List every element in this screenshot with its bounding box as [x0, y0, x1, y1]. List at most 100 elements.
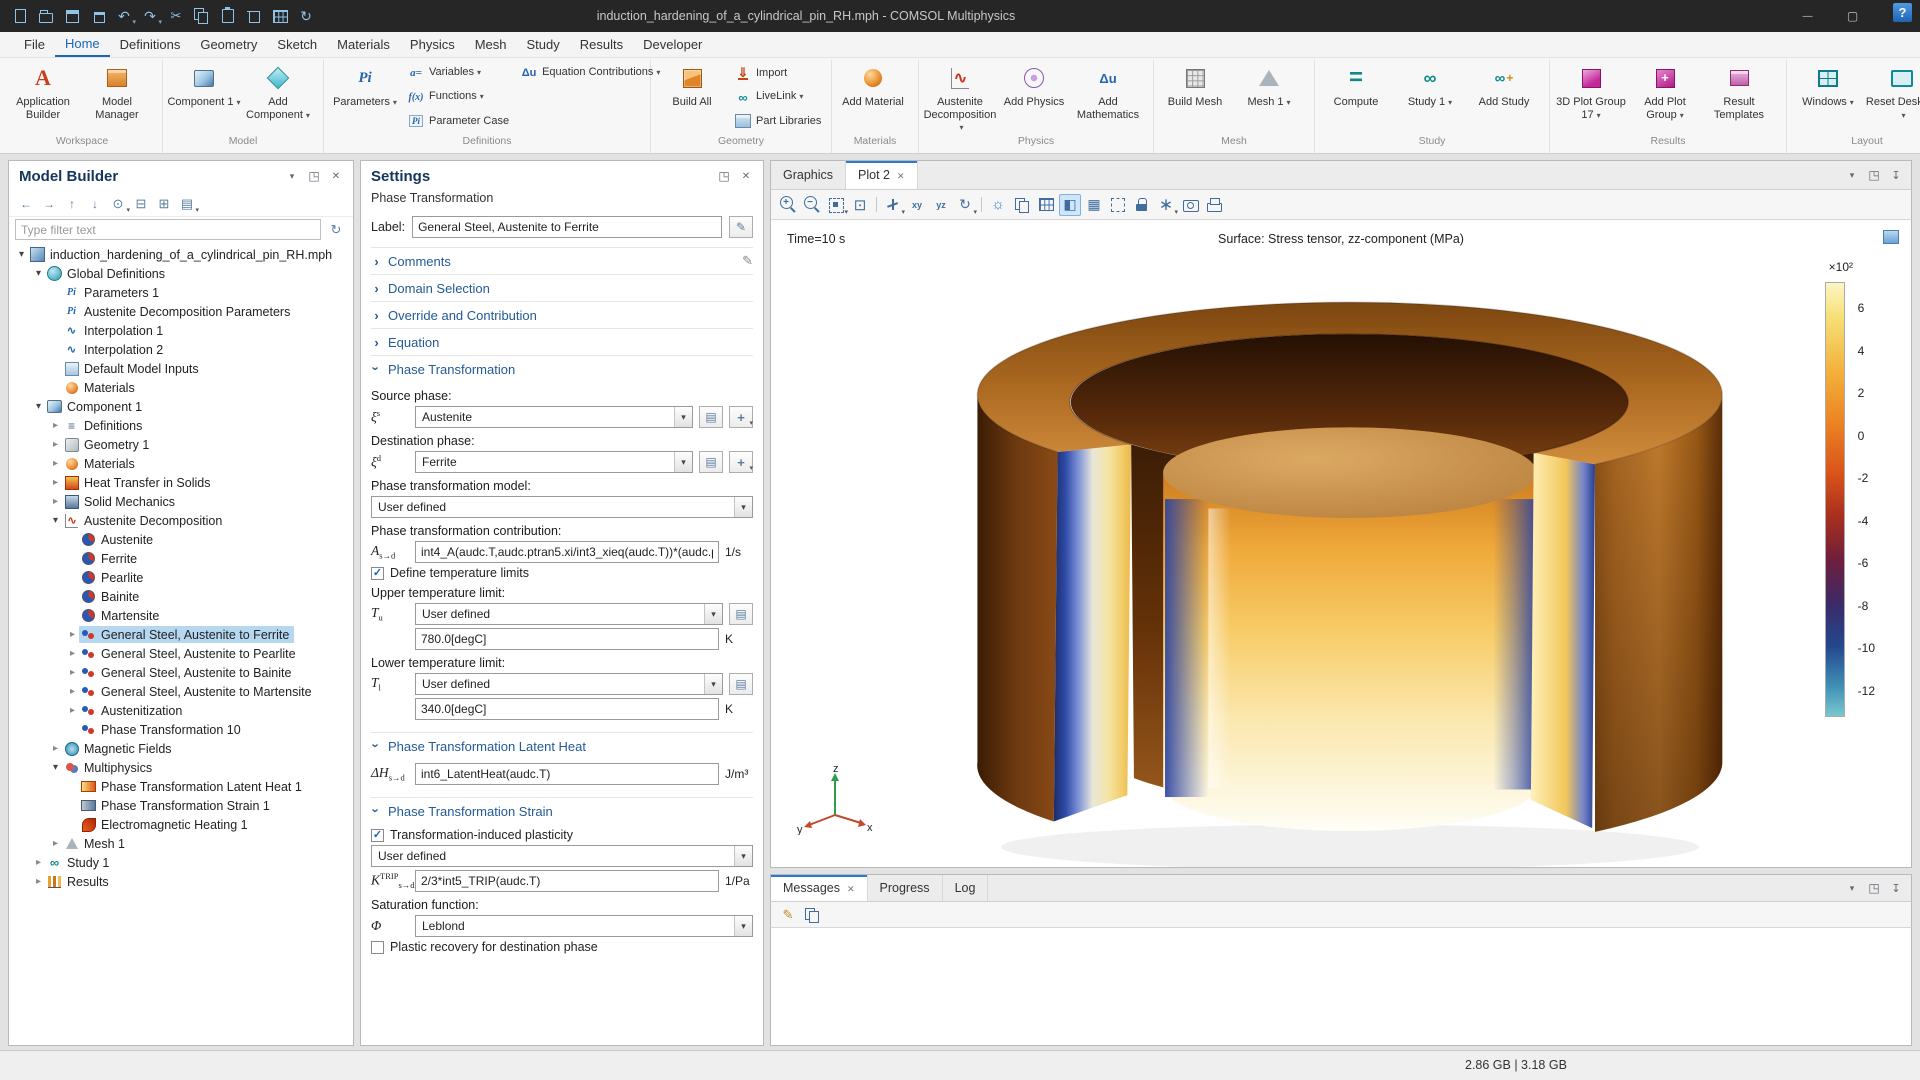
tree-item[interactable]: Magnetic Fields	[9, 739, 353, 758]
grid-toggle-icon[interactable]	[1083, 194, 1105, 216]
tree-item[interactable]: Global Definitions	[9, 264, 353, 283]
tree-item[interactable]: Parameters 1	[9, 283, 353, 302]
edit-phase-icon[interactable]	[699, 406, 723, 428]
new-file-icon[interactable]	[8, 4, 32, 28]
tree-expander-icon[interactable]	[32, 267, 45, 280]
lower-limit-input[interactable]	[415, 698, 719, 720]
trip-coefficient-input[interactable]	[415, 870, 719, 892]
pin-panel-icon[interactable]	[1887, 879, 1905, 897]
phase-transformation-model-select[interactable]: User defined	[371, 496, 753, 518]
upper-limit-input[interactable]	[415, 628, 719, 650]
panel-menu-icon[interactable]	[1843, 879, 1861, 897]
tree-expander-icon[interactable]	[49, 419, 62, 432]
ribbon-button[interactable]: Result Templates	[1702, 61, 1776, 133]
graphics-settings-icon[interactable]	[1155, 194, 1177, 216]
tree-item[interactable]: Geometry 1	[9, 435, 353, 454]
tree-item[interactable]: Solid Mechanics	[9, 492, 353, 511]
tree-expander-icon[interactable]	[66, 818, 79, 831]
section-header-latent-heat[interactable]: Phase Transformation Latent Heat	[371, 732, 753, 759]
clear-messages-icon[interactable]	[777, 904, 799, 926]
ribbon-button[interactable]: Add Mathematics	[1071, 61, 1145, 133]
float-panel-icon[interactable]	[1865, 879, 1883, 897]
close-panel-icon[interactable]	[327, 167, 345, 185]
ribbon-button[interactable]: Parameter Case	[402, 109, 515, 133]
move-down-icon[interactable]	[84, 194, 106, 214]
print-icon[interactable]	[1203, 194, 1225, 216]
plot-properties-icon[interactable]	[1883, 230, 1899, 244]
ribbon-button[interactable]: Part Libraries	[729, 109, 827, 133]
tree-expander-icon[interactable]	[49, 742, 62, 755]
ribbon-button[interactable]: Variables	[402, 61, 515, 85]
tree-item[interactable]: Component 1	[9, 397, 353, 416]
tree-expander-icon[interactable]	[66, 723, 79, 736]
maximize-icon[interactable]	[1830, 0, 1875, 32]
tree-item[interactable]: induction_hardening_of_a_cylindrical_pin…	[9, 245, 353, 264]
save-icon[interactable]	[60, 4, 84, 28]
move-up-icon[interactable]	[61, 194, 83, 214]
menu-item[interactable]: Physics	[400, 32, 465, 57]
tree-expander-icon[interactable]	[66, 685, 79, 698]
define-temperature-limits-checkbox[interactable]	[371, 567, 384, 580]
edit-phase-icon[interactable]	[699, 451, 723, 473]
tree-item[interactable]: Results	[9, 872, 353, 891]
panel-menu-icon[interactable]	[1843, 166, 1861, 184]
tree-expander-icon[interactable]	[66, 799, 79, 812]
table-icon[interactable]	[268, 4, 292, 28]
tree-expander-icon[interactable]	[66, 590, 79, 603]
tree-expander-icon[interactable]	[32, 875, 45, 888]
upper-limit-select[interactable]: User defined	[415, 603, 723, 625]
section-header[interactable]: Equation	[371, 328, 753, 355]
pencil-icon[interactable]	[742, 253, 753, 269]
xy-view-icon[interactable]	[906, 194, 928, 216]
trip-model-select[interactable]: User defined	[371, 845, 753, 867]
ribbon-button[interactable]: Reset Desktop	[1865, 61, 1920, 133]
tree-expander-icon[interactable]	[66, 552, 79, 565]
model-tree-settings-icon[interactable]	[176, 194, 198, 214]
tree-item[interactable]: Bainite	[9, 587, 353, 606]
ribbon-button[interactable]: Study 1	[1393, 61, 1467, 133]
tree-expander-icon[interactable]	[49, 476, 62, 489]
expand-all-icon[interactable]	[153, 194, 175, 214]
panel-menu-icon[interactable]	[283, 167, 301, 185]
undo-icon[interactable]	[112, 4, 136, 28]
tree-item[interactable]: Ferrite	[9, 549, 353, 568]
tree-expander-icon[interactable]	[49, 457, 62, 470]
close-panel-icon[interactable]	[737, 167, 755, 185]
ribbon-button[interactable]: Add Material	[836, 61, 910, 133]
tree-expander-icon[interactable]	[49, 495, 62, 508]
tree-expander-icon[interactable]	[49, 438, 62, 451]
tree-item[interactable]: Phase Transformation 10	[9, 720, 353, 739]
tree-expander-icon[interactable]	[49, 362, 62, 375]
scene-light-icon[interactable]	[987, 194, 1009, 216]
latent-heat-input[interactable]	[415, 763, 719, 785]
tree-item[interactable]: Interpolation 2	[9, 340, 353, 359]
menu-item[interactable]: Study	[517, 32, 570, 57]
lock-view-icon[interactable]	[1131, 194, 1153, 216]
refresh-icon[interactable]	[325, 220, 347, 240]
tree-item[interactable]: Materials	[9, 454, 353, 473]
tree-expander-icon[interactable]	[49, 837, 62, 850]
tree-item[interactable]: Austenite	[9, 530, 353, 549]
tree-expander-icon[interactable]	[66, 533, 79, 546]
menu-item[interactable]: Geometry	[190, 32, 267, 57]
section-header[interactable]: Comments	[371, 247, 753, 274]
rename-icon[interactable]	[729, 216, 753, 238]
menu-item[interactable]: Mesh	[465, 32, 517, 57]
tree-item[interactable]: Austenite Decomposition Parameters	[9, 302, 353, 321]
environment-toggle-icon[interactable]	[1059, 194, 1081, 216]
plot-canvas[interactable]: Time=10 s Surface: Stress tensor, zz-com…	[770, 220, 1912, 868]
zoom-in-icon[interactable]	[777, 194, 799, 216]
forward-icon[interactable]	[38, 194, 60, 214]
back-icon[interactable]	[15, 194, 37, 214]
separator-icon[interactable]	[978, 194, 985, 216]
section-header-phase-transformation[interactable]: Phase Transformation	[371, 355, 753, 382]
tree-expander-icon[interactable]	[32, 856, 45, 869]
tree-item[interactable]: Mesh 1	[9, 834, 353, 853]
tree-item[interactable]: Austenite Decomposition	[9, 511, 353, 530]
label-input[interactable]	[412, 216, 722, 238]
tree-expander-icon[interactable]	[66, 609, 79, 622]
ribbon-button[interactable]: Add Plot Group	[1628, 61, 1702, 133]
help-button[interactable]: ?	[1893, 3, 1912, 22]
tree-expander-icon[interactable]	[15, 248, 28, 261]
zoom-out-icon[interactable]	[801, 194, 823, 216]
